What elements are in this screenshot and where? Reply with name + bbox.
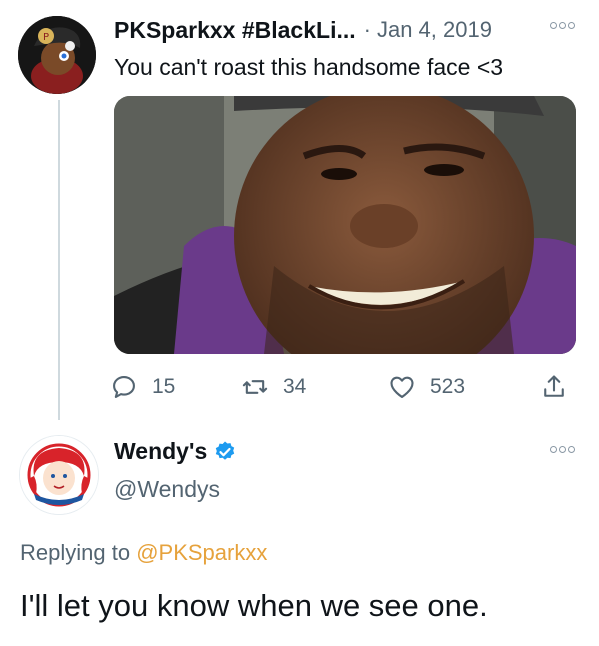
- tweet-photo[interactable]: [114, 96, 576, 354]
- tweet-date[interactable]: Jan 4, 2019: [377, 17, 492, 43]
- replying-to-mention[interactable]: @PKSparkxx: [136, 540, 267, 565]
- retweet-count: 34: [283, 375, 307, 398]
- like-count: 523: [430, 375, 466, 398]
- svg-text:P: P: [43, 32, 49, 43]
- avatar-wendys[interactable]: [20, 436, 98, 514]
- more-options-icon: [550, 446, 557, 453]
- avatar-pksparkxx-image: P: [18, 16, 96, 94]
- retweet-button[interactable]: 34: [241, 373, 306, 401]
- tweet-actions: 15 34 523: [110, 370, 580, 404]
- more-options-button[interactable]: [550, 22, 575, 29]
- tweet-text: You can't roast this handsome face <3: [114, 54, 504, 80]
- tweet-photo-image: [114, 96, 576, 354]
- more-options-icon: [550, 22, 557, 29]
- separator-dot: ·: [363, 17, 371, 42]
- reply-author-handle[interactable]: @Wendys: [114, 476, 220, 503]
- avatar-pksparkxx[interactable]: P: [18, 16, 96, 94]
- reply-button[interactable]: 15: [110, 373, 175, 401]
- reply-icon: [113, 376, 135, 398]
- reply-header: Wendy's: [114, 438, 237, 465]
- reply-count: 15: [152, 375, 176, 398]
- like-button[interactable]: 523: [388, 373, 465, 401]
- verified-badge-icon: [216, 441, 235, 460]
- replying-to-label: Replying to: [20, 540, 131, 565]
- share-button[interactable]: [540, 373, 568, 401]
- reply-more-options-button[interactable]: [550, 446, 575, 453]
- reply-text: I'll let you know when we see one.: [20, 588, 488, 623]
- reply-author-name[interactable]: Wendy's: [114, 438, 207, 465]
- tweet-header: PKSparkxx #BlackLi... · Jan 4, 2019: [114, 14, 579, 46]
- retweet-icon: [242, 380, 268, 394]
- share-icon: [544, 375, 564, 397]
- heart-icon: [390, 376, 414, 398]
- wendys-logo: [20, 436, 98, 514]
- author-name[interactable]: PKSparkxx #BlackLi...: [114, 17, 356, 44]
- thread-connector-line: [58, 100, 60, 420]
- replying-to-line: Replying to @PKSparkxx: [20, 540, 267, 566]
